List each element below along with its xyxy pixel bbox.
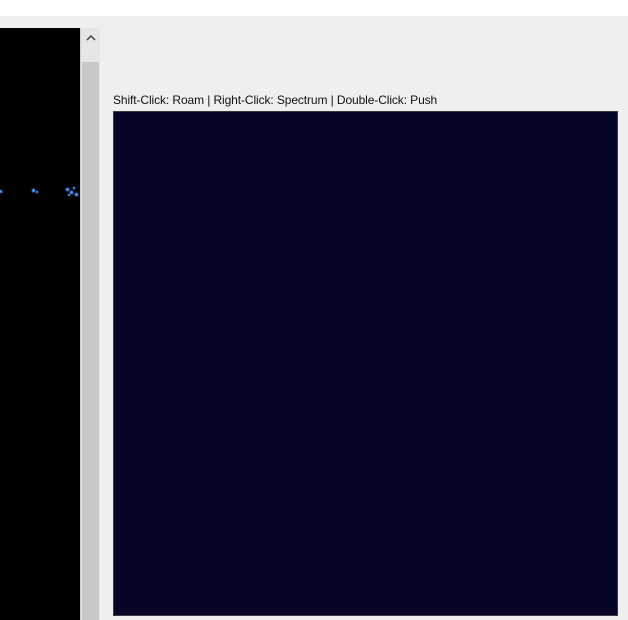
particle	[68, 194, 70, 196]
particle	[70, 191, 73, 194]
scroll-up-button[interactable]	[81, 28, 100, 48]
simulation-canvas[interactable]	[113, 111, 618, 616]
chevron-up-icon	[85, 34, 96, 41]
scrollbar-thumb[interactable]	[82, 62, 99, 620]
vertical-scrollbar[interactable]	[80, 28, 100, 620]
particle	[36, 191, 38, 193]
particle	[66, 188, 69, 191]
controls-hint-label: Shift-Click: Roam | Right-Click: Spectru…	[113, 93, 438, 107]
particle-view-panel[interactable]	[0, 28, 80, 620]
particle	[73, 187, 75, 189]
particle	[0, 190, 2, 193]
particle	[32, 189, 35, 192]
particle	[75, 193, 78, 196]
